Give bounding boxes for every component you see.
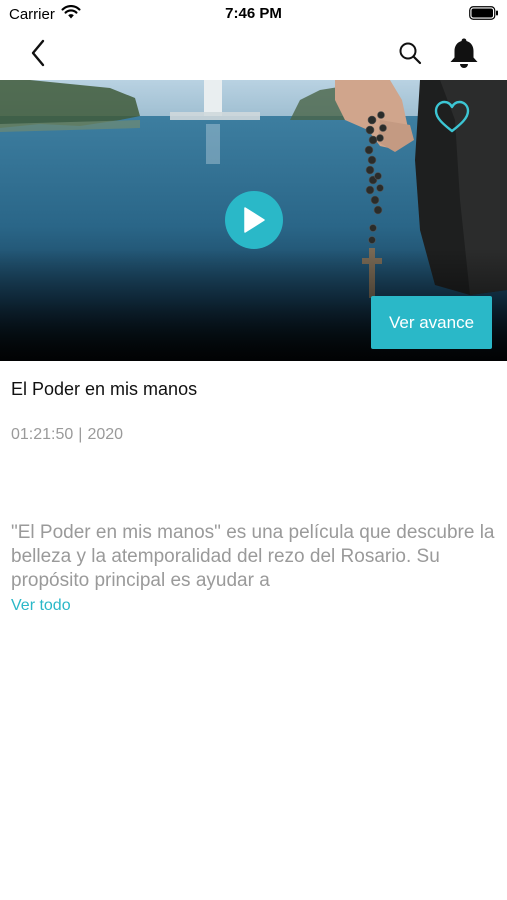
movie-meta: 01:21:50 | 2020 [11,426,123,444]
play-icon [244,207,265,233]
movie-title: El Poder en mis manos [11,379,198,399]
favorite-button[interactable] [431,98,473,136]
movie-year: 2020 [87,426,124,443]
back-button[interactable] [22,36,54,70]
movie-description: "El Poder en mis manos" es una película … [11,522,495,591]
status-time: 7:46 PM [225,5,282,22]
status-bar: Carrier 7:46 PM [0,0,507,28]
bell-icon [450,38,478,68]
search-button[interactable] [393,37,427,69]
meta-separator: | [78,426,83,443]
navigation-bar [0,28,507,78]
play-button[interactable] [225,191,283,249]
heart-outline-icon [434,100,470,133]
movie-duration: 01:21:50 [11,426,74,443]
search-icon [399,42,422,65]
notifications-button[interactable] [444,35,484,71]
see-all-link[interactable]: Ver todo [11,597,71,615]
video-thumbnail[interactable]: Ver avance [0,80,507,361]
watch-trailer-button[interactable]: Ver avance [371,296,492,349]
battery-icon [469,6,499,20]
chevron-left-icon [31,39,45,67]
